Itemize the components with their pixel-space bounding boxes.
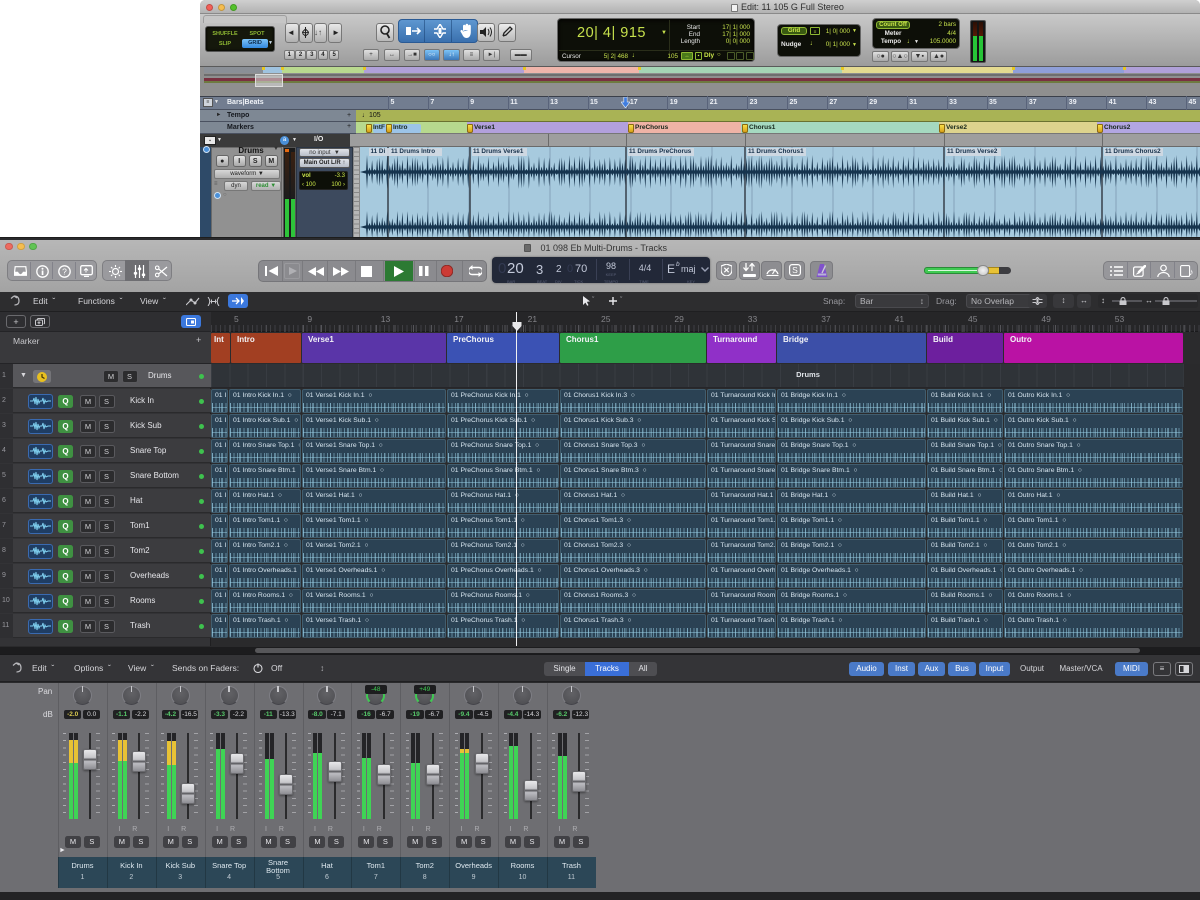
svg-text:?: ? — [62, 266, 67, 276]
svg-text:♪: ♪ — [1189, 267, 1194, 277]
svg-text:S: S — [792, 265, 798, 275]
